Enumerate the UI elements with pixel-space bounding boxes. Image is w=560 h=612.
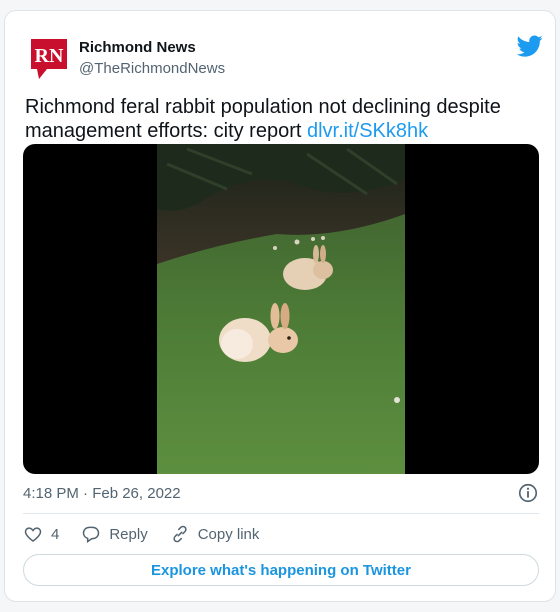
author-name[interactable]: Richmond News — [79, 39, 196, 56]
richmond-news-logo[interactable]: RN — [27, 35, 75, 83]
heart-icon — [24, 527, 42, 543]
video-media[interactable] — [23, 144, 539, 474]
svg-text:RN: RN — [35, 45, 64, 67]
tweet-card: RN Richmond News @TheRichmondNews Richmo… — [4, 10, 556, 602]
tweet-link[interactable]: dlvr.it/SKk8hk — [307, 120, 428, 142]
twitter-bird-icon[interactable] — [515, 33, 545, 59]
like-button[interactable]: 4 — [23, 524, 59, 544]
copy-link-label: Copy link — [197, 525, 260, 543]
tweet-timestamp[interactable]: 4:18 PM · Feb 26, 2022 — [23, 485, 181, 502]
reply-button[interactable]: Reply — [81, 524, 148, 544]
author-handle[interactable]: @TheRichmondNews — [79, 60, 225, 77]
copy-link-button[interactable]: Copy link — [170, 524, 260, 544]
info-icon[interactable] — [517, 482, 539, 504]
link-icon — [173, 525, 187, 543]
tweet-text: Richmond feral rabbit population not dec… — [25, 95, 535, 143]
rabbit-video-frame[interactable] — [157, 144, 405, 474]
reply-bubble-icon — [83, 526, 100, 543]
reply-label: Reply — [109, 525, 148, 543]
divider — [23, 513, 539, 514]
like-count: 4 — [51, 525, 60, 543]
tweet-body: Richmond feral rabbit population not dec… — [25, 96, 501, 142]
action-bar: 4 Reply Copy link — [23, 523, 281, 545]
explore-button[interactable]: Explore what's happening on Twitter — [23, 554, 539, 586]
